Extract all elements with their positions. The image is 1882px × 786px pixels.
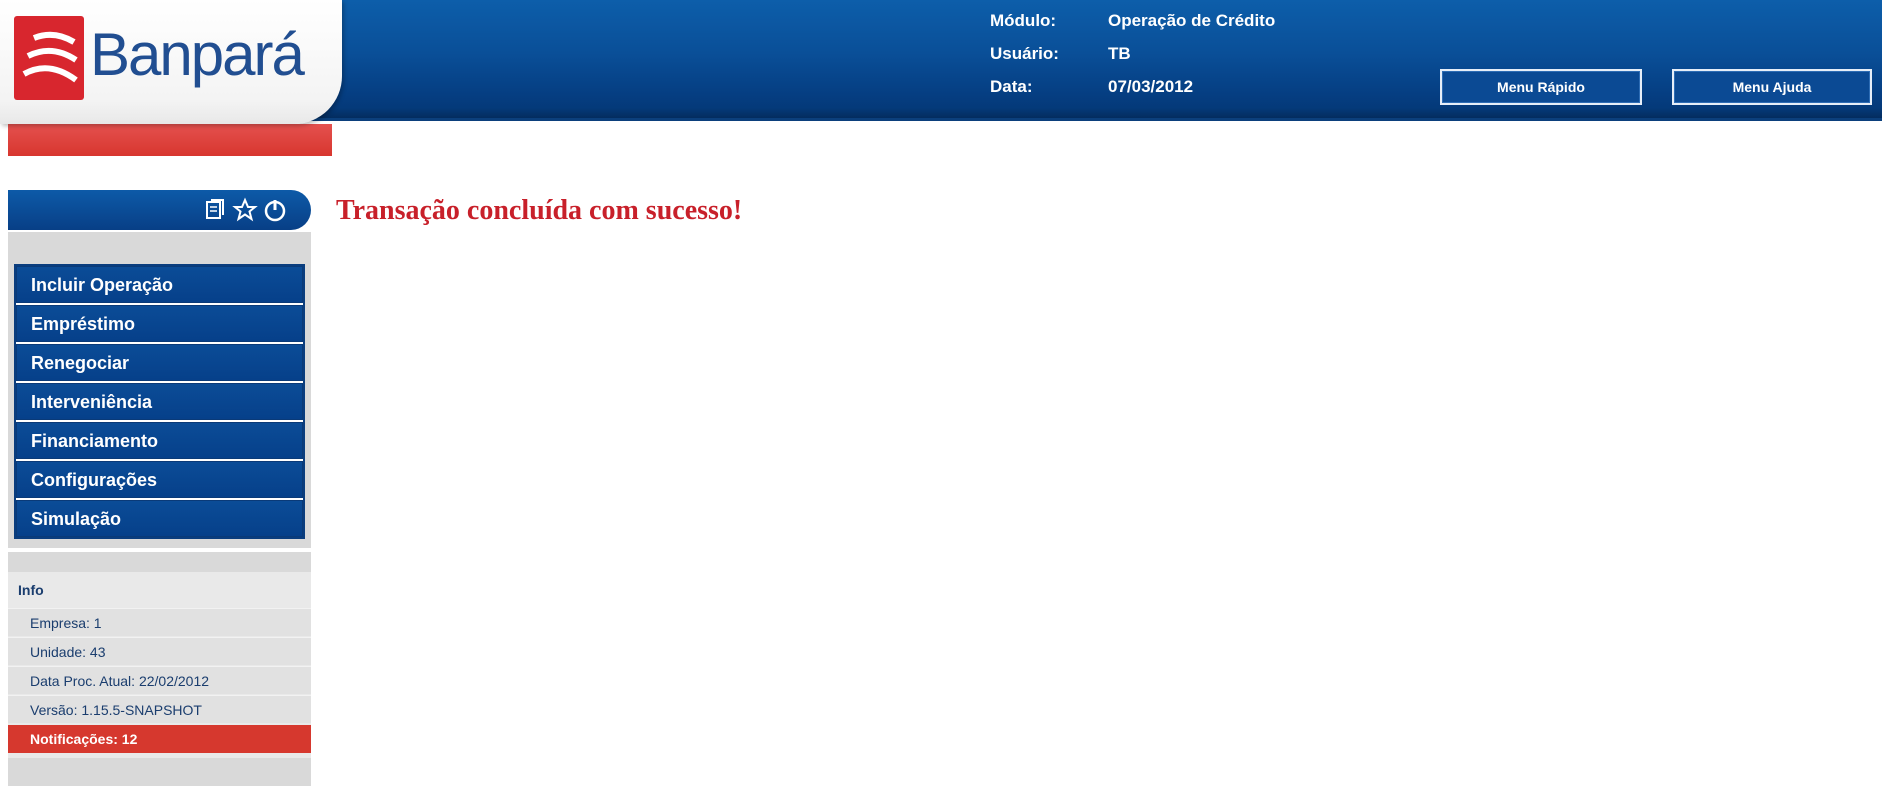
logo-card: Banpará bbox=[0, 0, 342, 124]
notificacoes-badge[interactable]: Notificações: 12 bbox=[8, 725, 311, 753]
header-info-data: Data: 07/03/2012 bbox=[990, 77, 1194, 96]
documents-icon[interactable] bbox=[202, 197, 228, 223]
info-data-proc: Data Proc. Atual: 22/02/2012 bbox=[8, 666, 311, 694]
sidebar-spacer bbox=[8, 552, 311, 572]
sidebar-toolbar bbox=[8, 190, 311, 230]
sidebar-menu: Incluir Operação Empréstimo Renegociar I… bbox=[8, 258, 311, 548]
menu-item-interveniencia[interactable]: Interveniência bbox=[16, 383, 303, 420]
header-info-modulo: Módulo: Operação de Crédito bbox=[990, 11, 1276, 30]
menu-item-incluir-operacao[interactable]: Incluir Operação bbox=[16, 266, 303, 303]
red-accent-stripe bbox=[8, 124, 332, 156]
sidebar-menu-list: Incluir Operação Empréstimo Renegociar I… bbox=[14, 264, 305, 539]
header-info-usuario: Usuário: TB bbox=[990, 44, 1131, 63]
info-empresa: Empresa: 1 bbox=[8, 608, 311, 636]
star-icon[interactable] bbox=[232, 197, 258, 223]
sidebar-info-panel: Info Empresa: 1 Unidade: 43 Data Proc. A… bbox=[8, 572, 311, 758]
logo-text: Banpará bbox=[90, 21, 305, 88]
sidebar-footer bbox=[8, 758, 311, 786]
menu-item-emprestimo[interactable]: Empréstimo bbox=[16, 305, 303, 342]
menu-item-renegociar[interactable]: Renegociar bbox=[16, 344, 303, 381]
info-title: Info bbox=[18, 582, 44, 598]
sidebar-spacer bbox=[8, 232, 311, 258]
header-info: Módulo: Operação de Crédito Usuário: TB Da… bbox=[990, 8, 1275, 107]
banpara-logo-icon bbox=[14, 16, 84, 100]
info-versao: Versão: 1.15.5-SNAPSHOT bbox=[8, 695, 311, 723]
info-unidade: Unidade: 43 bbox=[8, 637, 311, 665]
success-message: Transação concluída com sucesso! bbox=[336, 195, 743, 226]
menu-ajuda-button[interactable]: Menu Ajuda bbox=[1672, 69, 1872, 105]
menu-item-simulacao[interactable]: Simulação bbox=[16, 500, 303, 537]
power-icon[interactable] bbox=[262, 197, 288, 223]
menu-item-configuracoes[interactable]: Configurações bbox=[16, 461, 303, 498]
menu-rapido-button[interactable]: Menu Rápido bbox=[1440, 69, 1642, 105]
menu-item-financiamento[interactable]: Financiamento bbox=[16, 422, 303, 459]
